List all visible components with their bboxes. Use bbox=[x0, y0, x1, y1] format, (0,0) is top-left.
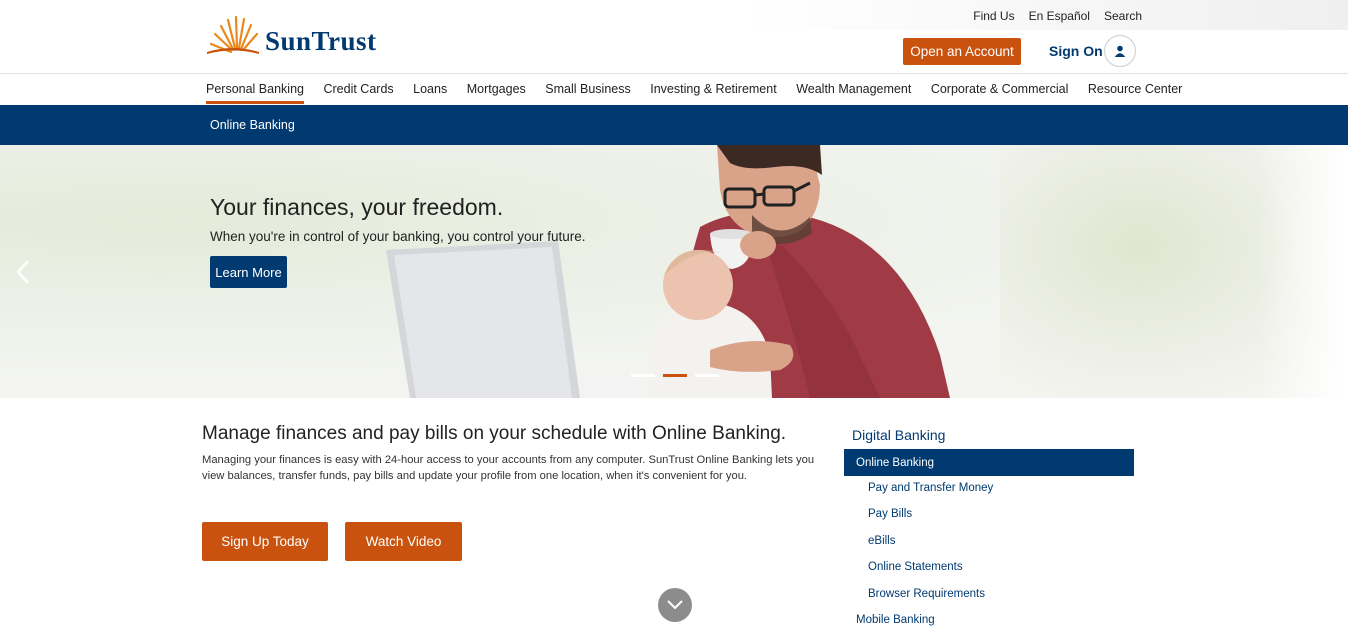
learn-more-button[interactable]: Learn More bbox=[210, 256, 287, 288]
watch-video-button[interactable]: Watch Video bbox=[345, 522, 462, 561]
open-account-button[interactable]: Open an Account bbox=[903, 38, 1021, 65]
sidebar-heading[interactable]: Digital Banking bbox=[852, 427, 945, 443]
hero-carousel: Your finances, your freedom. When you're… bbox=[0, 145, 1348, 398]
sidebar-item-mobile-banking[interactable]: Mobile Banking bbox=[856, 614, 935, 626]
nav-mortgages[interactable]: Mortgages bbox=[467, 82, 526, 104]
utility-links: Find Us En Español Search bbox=[973, 9, 1142, 23]
subnav-online-banking[interactable]: Online Banking bbox=[210, 118, 295, 132]
nav-wealth-management[interactable]: Wealth Management bbox=[796, 82, 911, 104]
sidebar-item-online-banking[interactable]: Online Banking bbox=[844, 449, 1134, 476]
suntrust-logo[interactable]: SunTrust bbox=[205, 14, 405, 58]
sign-up-today-button[interactable]: Sign Up Today bbox=[202, 522, 328, 561]
nav-personal-banking[interactable]: Personal Banking bbox=[206, 82, 304, 104]
carousel-dots bbox=[631, 374, 719, 377]
sidebar-item-ebills[interactable]: eBills bbox=[868, 535, 895, 547]
nav-corporate-commercial[interactable]: Corporate & Commercial bbox=[931, 82, 1069, 104]
hero-fade bbox=[1258, 145, 1348, 398]
hero-subtitle: When you're in control of your banking, … bbox=[210, 229, 586, 244]
nav-small-business[interactable]: Small Business bbox=[545, 82, 630, 104]
nav-resource-center[interactable]: Resource Center bbox=[1088, 82, 1183, 104]
search-link[interactable]: Search bbox=[1104, 9, 1142, 23]
nav-credit-cards[interactable]: Credit Cards bbox=[323, 82, 393, 104]
sidebar-item-online-statements[interactable]: Online Statements bbox=[868, 561, 963, 573]
content-body: Managing your finances is easy with 24-h… bbox=[202, 454, 815, 482]
sidebar-item-browser-requirements[interactable]: Browser Requirements bbox=[868, 588, 985, 600]
carousel-dot-2[interactable] bbox=[663, 374, 687, 377]
user-icon[interactable] bbox=[1104, 35, 1136, 67]
hero-title: Your finances, your freedom. bbox=[210, 194, 504, 220]
carousel-dot-1[interactable] bbox=[631, 374, 655, 377]
hero-image bbox=[386, 145, 950, 398]
chevron-left-icon[interactable] bbox=[14, 259, 32, 285]
subnav-bar: Online Banking bbox=[0, 105, 1348, 145]
carousel-dot-3[interactable] bbox=[695, 374, 719, 377]
main-nav: Personal Banking Credit Cards Loans Mort… bbox=[206, 82, 1202, 104]
nav-investing-retirement[interactable]: Investing & Retirement bbox=[650, 82, 776, 104]
nav-loans[interactable]: Loans bbox=[413, 82, 447, 104]
sidebar-item-pay-transfer[interactable]: Pay and Transfer Money bbox=[868, 482, 993, 494]
chevron-down-icon[interactable] bbox=[658, 588, 692, 622]
utility-bar: Find Us En Español Search bbox=[0, 0, 1348, 30]
logo-wordmark: SunTrust bbox=[265, 26, 377, 56]
sidebar-item-pay-bills[interactable]: Pay Bills bbox=[868, 508, 912, 520]
user-glyph bbox=[1114, 45, 1126, 57]
find-us-link[interactable]: Find Us bbox=[973, 9, 1014, 23]
header-divider bbox=[0, 73, 1348, 74]
sunburst-logo-icon bbox=[207, 15, 259, 54]
content-heading: Manage finances and pay bills on your sc… bbox=[202, 423, 787, 444]
espanol-link[interactable]: En Español bbox=[1029, 9, 1090, 23]
chevron-glyph bbox=[667, 600, 683, 610]
sign-on-link[interactable]: Sign On bbox=[1049, 43, 1103, 59]
